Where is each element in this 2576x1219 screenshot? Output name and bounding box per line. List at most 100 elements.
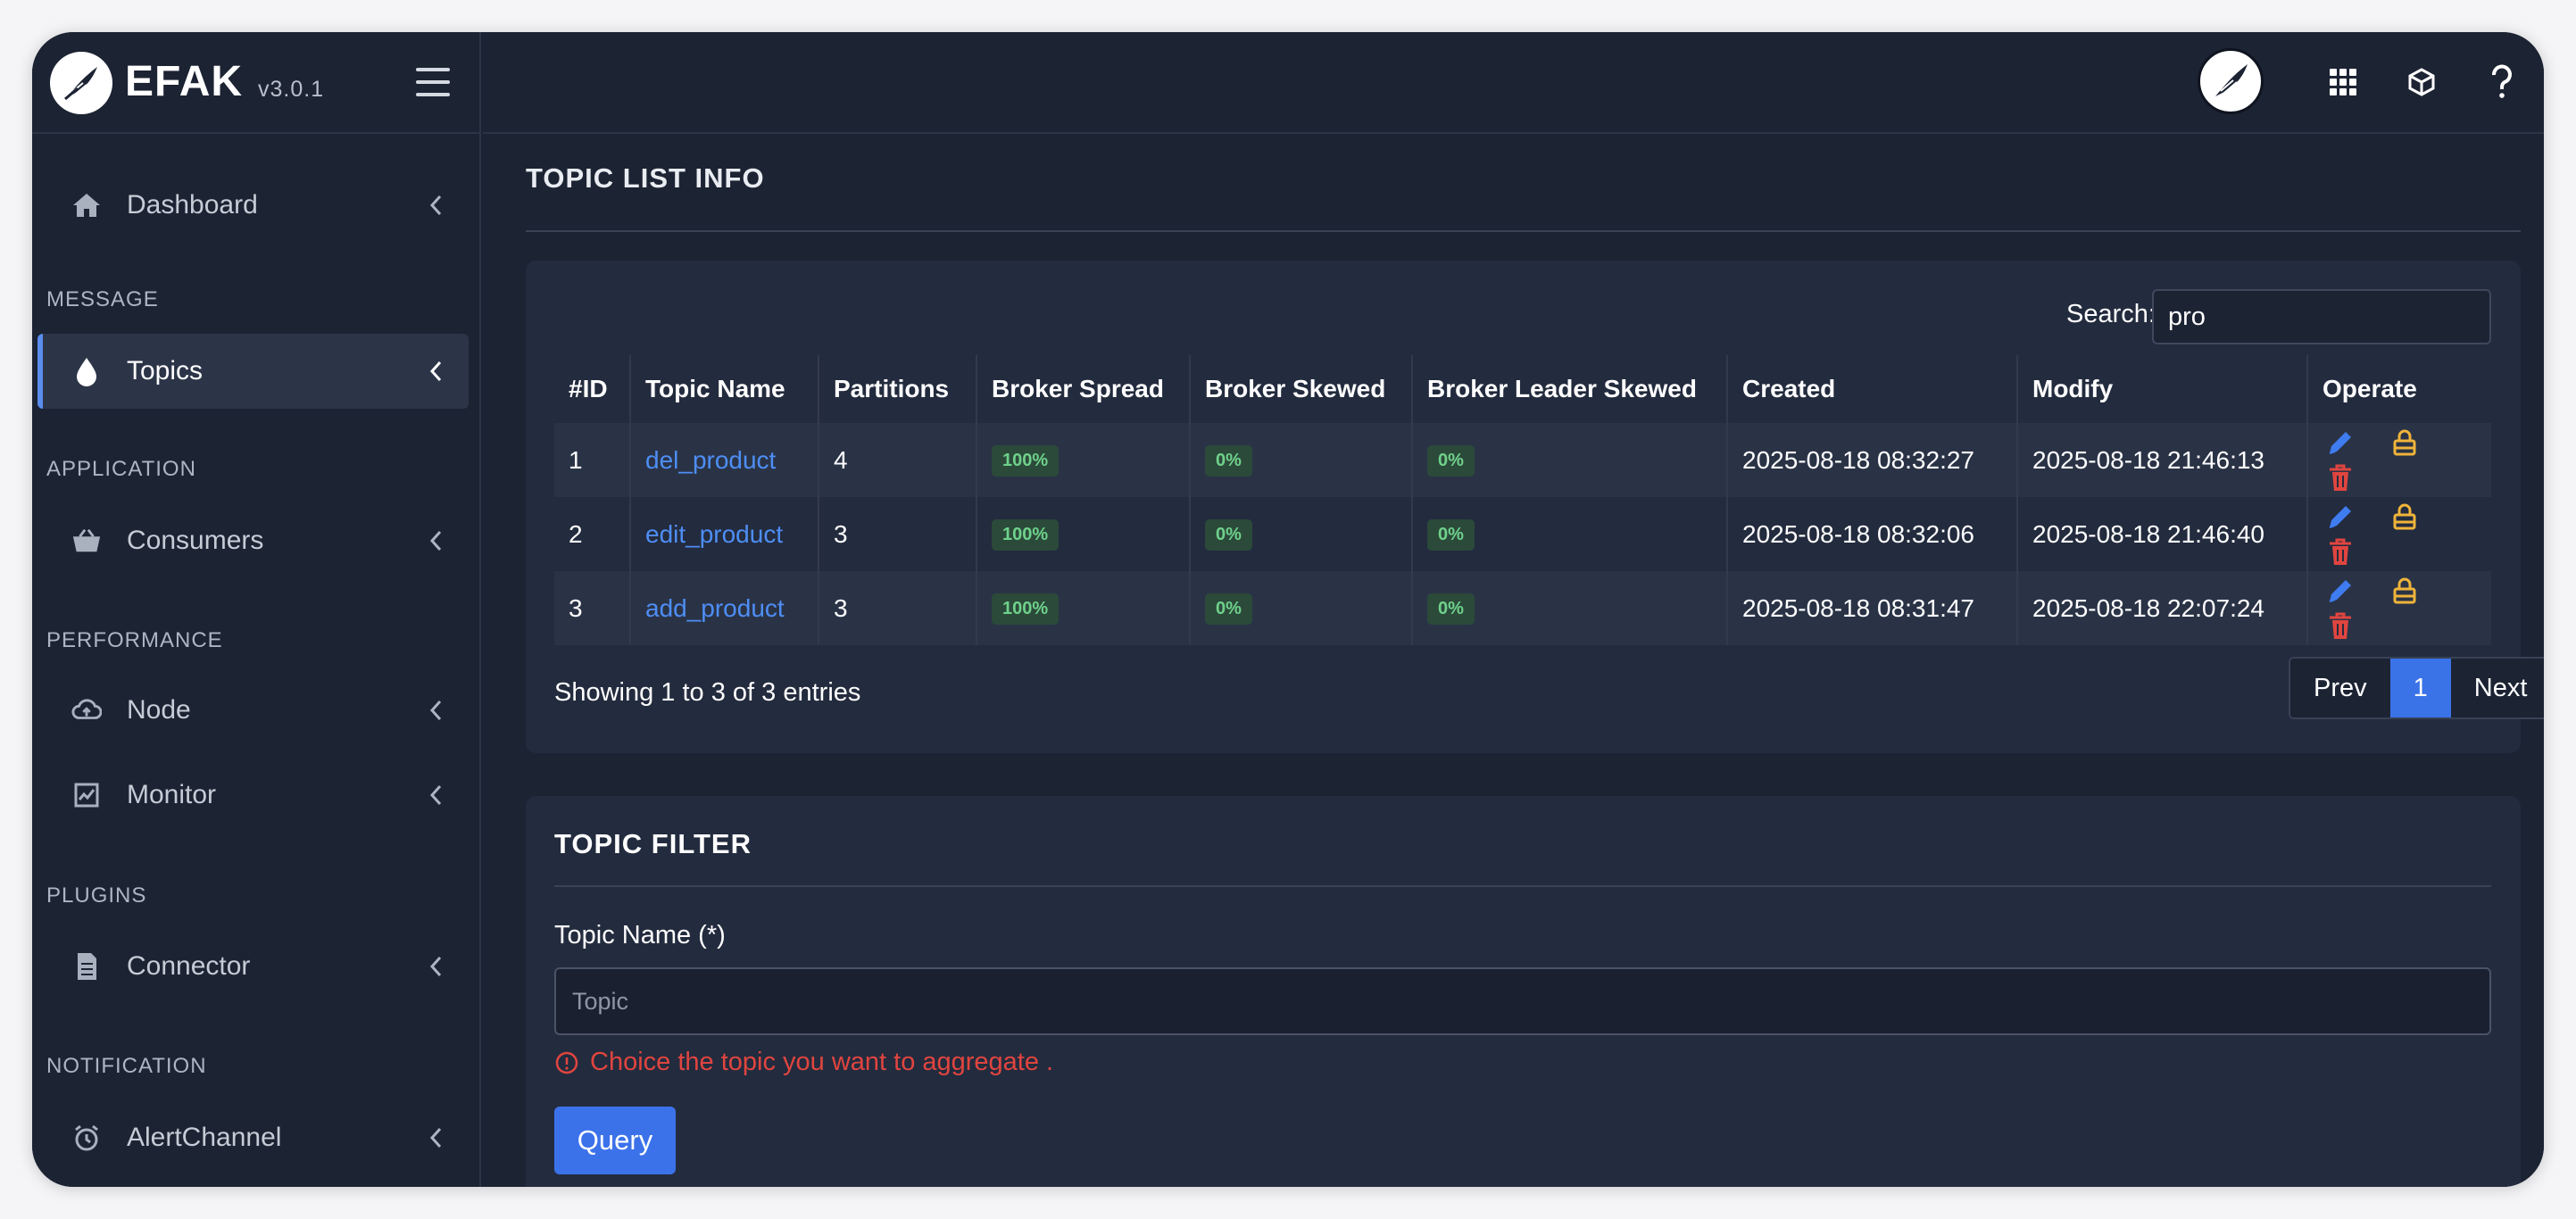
page-title: TOPIC LIST INFO (526, 162, 765, 194)
cell-broker-skewed: 0% (1190, 423, 1413, 497)
search-input[interactable]: pro (2152, 289, 2491, 344)
cloud-upload-icon (71, 697, 102, 724)
sidebar-item-connector[interactable]: Connector (37, 929, 469, 1004)
topic-filter-card: TOPIC FILTER Topic Name (*) Topic Choice… (526, 796, 2521, 1187)
status-badge: 0% (1427, 519, 1475, 551)
cell-partitions: 4 (819, 423, 977, 497)
divider (526, 230, 2521, 232)
column-header-topic-name[interactable]: Topic Name (630, 355, 819, 423)
sidebar-item-topics[interactable]: Topics (37, 334, 469, 409)
cell-topic-name: edit_product (630, 497, 819, 571)
efak-logo-icon[interactable] (50, 52, 112, 114)
cell-id: 1 (554, 423, 631, 497)
lock-icon[interactable] (2387, 425, 2422, 460)
cell-broker-leader-skewed: 0% (1412, 423, 1728, 497)
divider (554, 885, 2491, 887)
edit-icon[interactable] (2323, 573, 2358, 609)
cell-modify: 2025-08-18 22:07:24 (2017, 571, 2308, 645)
chevron-left-icon (423, 779, 450, 811)
sidebar-item-label: AlertChannel (127, 1123, 282, 1152)
table-info: Showing 1 to 3 of 3 entries (554, 678, 861, 707)
cell-broker-spread: 100% (976, 423, 1191, 497)
cell-broker-leader-skewed: 0% (1412, 497, 1728, 571)
sidebar-section-performance: PERFORMANCE (46, 628, 223, 652)
sidebar-item-alertchannel[interactable]: AlertChannel (37, 1100, 469, 1175)
cube-icon[interactable] (2402, 62, 2441, 102)
sidebar-item-node[interactable]: Node (37, 673, 469, 748)
page-1-button[interactable]: 1 (2389, 659, 2451, 717)
topic-select-input[interactable]: Topic (554, 967, 2491, 1035)
table-header-row: #ID Topic Name Partitions Broker Spread … (554, 355, 2491, 423)
sidebar-section-application: APPLICATION (46, 457, 196, 481)
delete-icon[interactable] (2323, 535, 2358, 570)
edit-icon[interactable] (2323, 425, 2358, 460)
main-content: TOPIC LIST INFO Search: pro #ID Topic Na… (483, 136, 2544, 1187)
topic-list-card: Search: pro #ID Topic Name Partitions Br… (526, 261, 2544, 753)
avatar[interactable] (2198, 48, 2264, 114)
topic-link[interactable]: edit_product (645, 520, 783, 548)
status-badge: 0% (1205, 445, 1252, 477)
chevron-left-icon (423, 1122, 450, 1154)
cell-broker-skewed: 0% (1190, 571, 1413, 645)
column-header-id[interactable]: #ID (554, 355, 631, 423)
topic-name-label: Topic Name (*) (554, 921, 726, 949)
next-page-button[interactable]: Next (2450, 659, 2544, 717)
cell-broker-skewed: 0% (1190, 497, 1413, 571)
validation-text: Choice the topic you want to aggregate . (590, 1048, 1054, 1076)
cell-id: 3 (554, 571, 631, 645)
table-row: 2 edit_product 3 100% 0% 0% 2025-08-18 0… (554, 497, 2491, 571)
status-badge: 0% (1205, 593, 1252, 625)
column-header-broker-spread[interactable]: Broker Spread (976, 355, 1191, 423)
validation-message: Choice the topic you want to aggregate . (554, 1048, 1053, 1077)
cell-broker-spread: 100% (976, 497, 1191, 571)
column-header-partitions[interactable]: Partitions (819, 355, 977, 423)
cell-broker-leader-skewed: 0% (1412, 571, 1728, 645)
sidebar-item-label: Dashboard (127, 190, 258, 220)
chevron-left-icon (423, 189, 450, 221)
column-header-created[interactable]: Created (1727, 355, 2018, 423)
info-circle-icon (555, 1051, 578, 1074)
status-badge: 0% (1427, 445, 1475, 477)
menu-toggle-icon[interactable] (412, 64, 453, 100)
cell-operate (2307, 423, 2491, 497)
table-row: 3 add_product 3 100% 0% 0% 2025-08-18 08… (554, 571, 2491, 645)
pagination: Prev 1 Next (2289, 657, 2544, 719)
home-icon (71, 192, 102, 219)
cell-created: 2025-08-18 08:32:06 (1727, 497, 2018, 571)
status-badge: 0% (1205, 519, 1252, 551)
topic-link[interactable]: add_product (645, 594, 785, 622)
column-header-broker-leader-skewed[interactable]: Broker Leader Skewed (1412, 355, 1728, 423)
sidebar-item-label: Node (127, 695, 191, 725)
sidebar-item-consumers[interactable]: Consumers (37, 503, 469, 578)
delete-icon[interactable] (2323, 609, 2358, 644)
apps-grid-icon[interactable] (2323, 62, 2363, 102)
cell-topic-name: del_product (630, 423, 819, 497)
delete-icon[interactable] (2323, 460, 2358, 496)
table-row: 1 del_product 4 100% 0% 0% 2025-08-18 08… (554, 423, 2491, 497)
sidebar-item-label: Topics (127, 356, 204, 386)
sidebar-item-dashboard[interactable]: Dashboard (37, 168, 469, 243)
cell-partitions: 3 (819, 497, 977, 571)
search-label: Search: (2066, 300, 2156, 328)
lock-icon[interactable] (2387, 573, 2422, 609)
cell-broker-spread: 100% (976, 571, 1191, 645)
drop-icon (71, 358, 102, 386)
column-header-operate: Operate (2323, 375, 2417, 402)
edit-icon[interactable] (2323, 499, 2358, 535)
cell-created: 2025-08-18 08:31:47 (1727, 571, 2018, 645)
lock-icon[interactable] (2387, 499, 2422, 535)
cell-modify: 2025-08-18 21:46:13 (2017, 423, 2308, 497)
topic-link[interactable]: del_product (645, 446, 776, 474)
query-button[interactable]: Query (554, 1107, 676, 1174)
sidebar-item-label: Consumers (127, 526, 264, 555)
prev-page-button[interactable]: Prev (2290, 659, 2390, 717)
status-badge: 0% (1427, 593, 1475, 625)
alarm-clock-icon (71, 1124, 102, 1151)
sidebar-item-monitor[interactable]: Monitor (37, 758, 469, 833)
column-header-broker-skewed[interactable]: Broker Skewed (1190, 355, 1413, 423)
brand-version: v3.0.1 (258, 77, 325, 102)
cell-operate (2307, 497, 2491, 571)
column-header-modify[interactable]: Modify (2017, 355, 2308, 423)
help-icon[interactable] (2482, 62, 2522, 102)
sidebar: EFAK v3.0.1 Dashboard MESSAGE Topics APP… (32, 32, 481, 1187)
